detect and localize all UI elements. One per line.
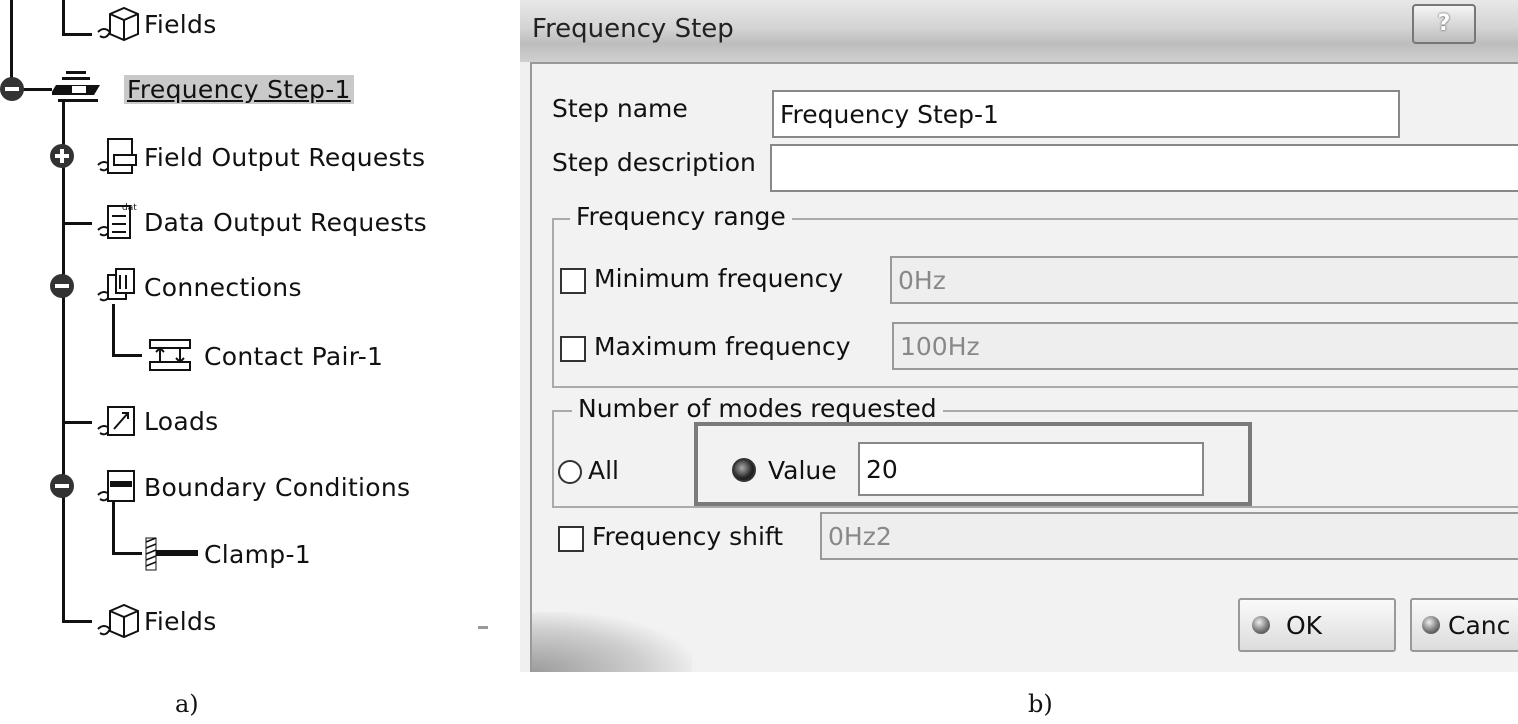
connections-icon (92, 265, 144, 309)
boundary-conditions-icon (92, 465, 144, 509)
tree-item-loads[interactable]: Loads (92, 401, 219, 441)
maximum-frequency-label: Maximum frequency (594, 332, 851, 361)
ok-button[interactable]: OK (1238, 598, 1396, 652)
fields-icon (92, 2, 144, 46)
number-of-modes-legend: Number of modes requested (572, 394, 943, 423)
step-name-label: Step name (552, 94, 688, 123)
tree-item-contact-pair[interactable]: Contact Pair-1 (142, 336, 383, 376)
tree-item-label: Frequency Step-1 (124, 74, 354, 104)
tree-item-fields-bottom[interactable]: Fields (92, 601, 217, 641)
fields-icon (92, 599, 144, 643)
caption-a: a) (175, 690, 199, 718)
ok-bullet-icon (1252, 616, 1270, 634)
data-output-icon: dat (92, 200, 144, 244)
expand-toggle-field-output[interactable] (50, 144, 74, 168)
cancel-bullet-icon (1422, 616, 1440, 634)
ok-button-label: OK (1286, 610, 1323, 640)
modes-value-radio[interactable] (732, 458, 756, 482)
tree-item-field-output-requests[interactable]: Field Output Requests (92, 137, 425, 177)
tree-item-label: Contact Pair-1 (204, 341, 384, 371)
collapse-toggle-connections[interactable] (50, 274, 74, 298)
frequency-shift-checkbox[interactable] (558, 526, 584, 552)
tree-item-fields-top[interactable]: Fields (92, 4, 217, 44)
step-description-input[interactable] (770, 144, 1518, 192)
tree-item-label: Fields (144, 9, 217, 39)
maximum-frequency-input[interactable]: 100Hz (892, 322, 1518, 370)
tree-item-boundary-conditions[interactable]: Boundary Conditions (92, 467, 410, 507)
dialog-titlebar[interactable]: Frequency Step ? (520, 0, 1518, 62)
modes-value-input[interactable]: 20 (858, 442, 1204, 496)
caption-b: b) (1028, 690, 1053, 718)
frequency-step-dialog: Frequency Step ? Step name Frequency Ste… (520, 0, 1518, 672)
field-output-icon (92, 135, 144, 179)
tree-item-label: Loads (144, 406, 219, 436)
frequency-step-icon (50, 67, 124, 111)
window-corner-shading (532, 612, 692, 672)
scroll-mark (478, 626, 488, 629)
collapse-toggle-boundary-conditions[interactable] (50, 474, 74, 498)
modes-all-radio[interactable] (558, 460, 582, 484)
modes-value-label: Value (768, 456, 837, 485)
tree-item-label: Clamp-1 (204, 539, 311, 569)
maximum-frequency-checkbox[interactable] (560, 336, 586, 362)
tree-item-clamp[interactable]: Clamp-1 (142, 534, 311, 574)
step-description-label: Step description (552, 148, 756, 177)
svg-text:dat: dat (122, 203, 137, 213)
cancel-button[interactable]: Canc (1410, 598, 1518, 652)
clamp-icon (142, 532, 204, 576)
frequency-shift-input[interactable]: 0Hz2 (820, 512, 1518, 560)
tree-item-label: Field Output Requests (144, 142, 426, 172)
contact-pair-icon (142, 334, 204, 378)
help-button[interactable]: ? (1412, 4, 1476, 44)
tree-item-connections[interactable]: Connections (92, 267, 302, 307)
dialog-body: Step name Frequency Step-1 Step descript… (530, 62, 1518, 672)
tree-item-label: Boundary Conditions (144, 472, 411, 502)
minimum-frequency-checkbox[interactable] (560, 268, 586, 294)
step-name-input[interactable]: Frequency Step-1 (772, 90, 1400, 138)
tree-item-label: Fields (144, 606, 217, 636)
tree-item-frequency-step[interactable]: Frequency Step-1 (50, 67, 354, 111)
specification-tree: Fields Frequency Step-1 Field Output Req… (0, 0, 500, 672)
tree-item-label: Data Output Requests (144, 207, 428, 237)
minimum-frequency-input[interactable]: 0Hz (890, 256, 1518, 304)
collapse-toggle-frequency-step[interactable] (0, 77, 24, 101)
frequency-shift-label: Frequency shift (592, 522, 784, 551)
tree-item-data-output-requests[interactable]: dat Data Output Requests (92, 202, 427, 242)
modes-all-label: All (588, 456, 619, 485)
frequency-range-legend: Frequency range (570, 202, 792, 231)
cancel-button-label: Canc (1448, 610, 1511, 640)
tree-item-label: Connections (144, 272, 302, 302)
minimum-frequency-label: Minimum frequency (594, 264, 844, 293)
loads-icon (92, 399, 144, 443)
dialog-title: Frequency Step (532, 14, 734, 44)
